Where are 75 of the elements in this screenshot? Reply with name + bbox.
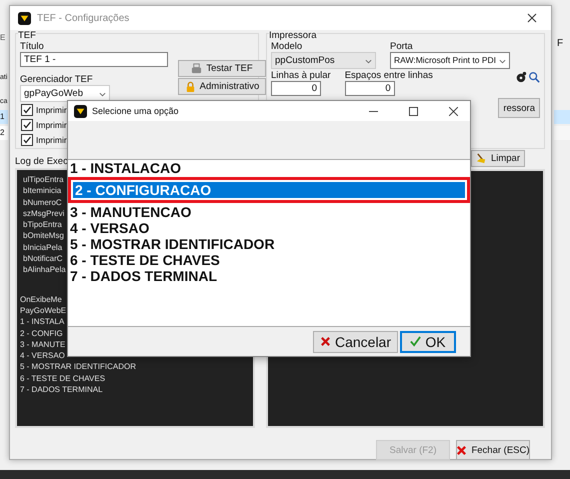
log-line: szMsgPrevi bbox=[22, 208, 64, 220]
printer-button[interactable]: ressora bbox=[498, 98, 540, 118]
tef-button[interactable]: Administrativo bbox=[178, 78, 266, 95]
field-label: Gerenciador TEF bbox=[20, 75, 94, 85]
printer-icon bbox=[191, 63, 202, 74]
port-dropdown[interactable]: RAW:Microsoft Print to PDI bbox=[390, 52, 510, 69]
footer-button[interactable]: Fechar (ESC) bbox=[456, 440, 530, 460]
option-item[interactable]: 5 - MOSTRAR IDENTIFICADOR bbox=[68, 236, 470, 252]
gear-icon[interactable] bbox=[515, 71, 527, 83]
chevron-icon bbox=[99, 92, 106, 97]
log-line: 2 - CONFIG bbox=[20, 328, 63, 339]
option-item[interactable]: 1 - INSTALACAO bbox=[68, 160, 470, 176]
option-item[interactable]: 4 - VERSAO bbox=[68, 220, 470, 236]
close-icon[interactable] bbox=[449, 106, 458, 116]
spacing-field[interactable]: 0 bbox=[344, 81, 395, 96]
title-field[interactable]: TEF 1 - bbox=[20, 52, 168, 67]
option-item[interactable]: 7 - DADOS TERMINAL bbox=[68, 268, 470, 284]
app-icon bbox=[18, 12, 31, 24]
group-legend: TEF bbox=[18, 30, 36, 41]
chevron-icon bbox=[365, 59, 372, 64]
option-item[interactable]: 3 - MANUTENCAO bbox=[68, 204, 470, 220]
log-line: bIniciaPela bbox=[22, 242, 62, 254]
skip-lines-field[interactable]: 0 bbox=[271, 81, 321, 96]
model-dropdown[interactable]: ppCustomPos bbox=[271, 52, 376, 69]
group-legend: Impressora bbox=[269, 30, 317, 41]
log-line: ulTipoEntra bbox=[22, 174, 64, 186]
clear-button[interactable]: Limpar bbox=[470, 150, 525, 167]
checkbox-label: Imprimir bbox=[36, 134, 67, 144]
manager-dropdown[interactable]: gpPayGoWeb bbox=[20, 85, 110, 102]
cross-icon bbox=[320, 336, 331, 347]
log-line: bIteminicia bbox=[22, 185, 62, 197]
field-label: Título bbox=[20, 42, 45, 52]
dialog-button[interactable]: Cancelar bbox=[312, 330, 398, 352]
app-icon bbox=[74, 104, 87, 118]
table-row[interactable]: 2 bbox=[0, 126, 8, 140]
table-row[interactable]: 1 bbox=[0, 110, 8, 124]
checkbox-label: Imprimir bbox=[36, 120, 67, 130]
field-label: Porta bbox=[390, 42, 414, 52]
dialog-button[interactable]: OK bbox=[400, 330, 456, 352]
label-fragment: F bbox=[557, 38, 564, 49]
log-line: 5 - MOSTRAR IDENTIFICADOR bbox=[20, 361, 136, 373]
search-icon[interactable] bbox=[528, 71, 540, 83]
log-line: OnExibeMe bbox=[20, 294, 62, 305]
log-line: bNotificarC bbox=[22, 253, 63, 264]
dialog-title: Selecione uma opção bbox=[92, 106, 180, 116]
log-line: bTipoEntra bbox=[22, 219, 62, 230]
close-icon bbox=[456, 444, 468, 456]
close-icon[interactable] bbox=[527, 13, 537, 23]
log-line: 7 - DADOS TERMINAL bbox=[20, 384, 103, 396]
menu-fragment: E bbox=[0, 33, 6, 42]
checkbox[interactable] bbox=[21, 134, 33, 146]
window-title: TEF - Configurações bbox=[37, 12, 130, 24]
log-line: bOmiteMsg bbox=[22, 230, 64, 242]
log-line: PayGoWebE bbox=[20, 304, 66, 316]
tef-button[interactable]: Testar TEF bbox=[178, 60, 266, 77]
field-label: Espaços entre linhas bbox=[344, 71, 433, 81]
chevron-icon bbox=[499, 59, 506, 64]
field-label: Linhas à pular bbox=[271, 71, 331, 81]
log-line: bNumeroC bbox=[22, 196, 62, 208]
option-item[interactable]: 6 - TESTE DE CHAVES bbox=[68, 252, 470, 268]
checkbox-label: Imprimir bbox=[36, 104, 67, 114]
log-line: 3 - MANUTE bbox=[20, 338, 66, 350]
log-line: bAlinhaPela bbox=[22, 264, 66, 276]
option-item[interactable]: 2 - CONFIGURACAO bbox=[68, 177, 470, 203]
maximize-icon[interactable] bbox=[409, 106, 418, 116]
lock-icon bbox=[184, 81, 196, 92]
log-label: Log de Exec bbox=[15, 156, 69, 167]
field-label: Modelo bbox=[271, 42, 304, 52]
check-icon bbox=[410, 336, 422, 347]
checkbox[interactable] bbox=[21, 118, 33, 130]
log-line: 4 - VERSAO bbox=[20, 350, 65, 362]
checkbox[interactable] bbox=[21, 104, 33, 116]
broom-icon bbox=[476, 153, 487, 164]
log-line: 1 - INSTALA bbox=[20, 316, 64, 328]
log-line: 6 - TESTE DE CHAVES bbox=[20, 372, 106, 384]
